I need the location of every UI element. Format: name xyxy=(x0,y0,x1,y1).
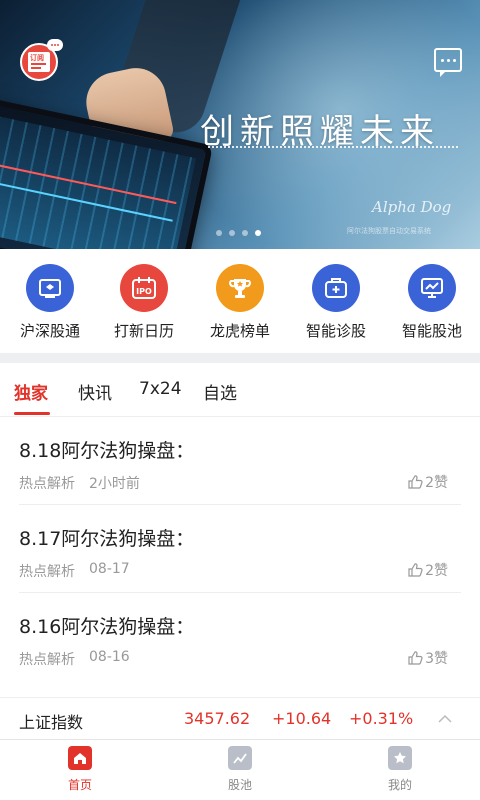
carousel-dot[interactable] xyxy=(216,230,222,236)
section-divider xyxy=(0,353,480,363)
quick-item-dragon-tiger[interactable]: 龙虎榜单 xyxy=(192,264,288,341)
news-title: 8.18阿尔法狗操盘： xyxy=(19,440,195,462)
like-count: 2赞 xyxy=(425,475,448,491)
banner-carousel[interactable]: 创新照耀未来 Alpha Dog 阿尔法狗股票自动交易系统 xyxy=(0,0,480,249)
subscribe-badge-text: 订阅 xyxy=(30,54,44,62)
quick-item-smart-pool[interactable]: 智能股池 xyxy=(384,264,480,341)
nav-label: 首页 xyxy=(67,778,92,792)
nav-pool[interactable]: 股池 xyxy=(200,746,280,793)
bottom-nav: 首页 股池 我的 xyxy=(0,739,480,800)
banner-brand: Alpha Dog xyxy=(372,198,452,216)
like-button[interactable]: 2赞 xyxy=(407,472,448,492)
index-change: +10.64 xyxy=(272,709,332,728)
quick-item-smart-diagnosis[interactable]: 智能诊股 xyxy=(288,264,384,341)
index-ticker[interactable]: 上证指数 3457.62 +10.64 +0.31% xyxy=(0,697,480,739)
quick-menu: 沪深股通 IPO 打新日历 龙虎榜单 智能诊股 智能股池 xyxy=(0,249,480,353)
thumbs-up-icon xyxy=(408,475,423,489)
ipo-calendar-icon: IPO xyxy=(120,264,168,312)
news-title: 8.17阿尔法狗操盘： xyxy=(19,528,195,550)
carousel-indicator[interactable] xyxy=(216,230,261,236)
news-time: 08-17 xyxy=(89,561,130,577)
index-price: 3457.62 xyxy=(184,709,251,728)
quick-item-hk-connect[interactable]: 沪深股通 xyxy=(2,264,98,341)
nav-profile[interactable]: 我的 xyxy=(360,746,440,793)
tab-active-underline xyxy=(14,412,50,415)
banner-brand-subtitle: 阿尔法狗股票自动交易系统 xyxy=(347,227,431,235)
trophy-icon xyxy=(216,264,264,312)
quick-item-label: 智能股池 xyxy=(401,322,462,340)
tab-flash[interactable]: 快讯 xyxy=(78,379,112,404)
index-name: 上证指数 xyxy=(19,713,84,732)
news-item[interactable]: 8.18阿尔法狗操盘： 热点解析 2小时前 2赞 xyxy=(0,418,480,505)
thumbs-up-icon xyxy=(408,563,423,577)
carousel-dot[interactable] xyxy=(229,230,235,236)
news-tabs: 独家 快讯 7x24 自选 xyxy=(0,363,480,417)
news-item[interactable]: 8.16阿尔法狗操盘： 热点解析 08-16 3赞 xyxy=(0,594,480,681)
nav-label: 股池 xyxy=(227,778,252,792)
news-category: 热点解析 xyxy=(19,476,75,492)
news-category: 热点解析 xyxy=(19,564,75,580)
like-button[interactable]: 2赞 xyxy=(407,560,448,580)
chart-pool-icon xyxy=(228,746,252,770)
news-category: 热点解析 xyxy=(19,652,75,668)
message-icon[interactable] xyxy=(434,48,462,77)
quick-item-label: 智能诊股 xyxy=(305,322,366,340)
monitor-chart-icon xyxy=(408,264,456,312)
carousel-dot-active[interactable] xyxy=(255,230,261,236)
hk-connect-icon xyxy=(26,264,74,312)
home-icon xyxy=(68,746,92,770)
like-count: 2赞 xyxy=(425,563,448,579)
carousel-dot[interactable] xyxy=(242,230,248,236)
index-percent: +0.31% xyxy=(349,709,414,728)
news-time: 2小时前 xyxy=(89,476,140,492)
nav-home[interactable]: 首页 xyxy=(40,746,120,793)
banner-dotted-line xyxy=(208,146,458,148)
news-title: 8.16阿尔法狗操盘： xyxy=(19,616,195,638)
nav-label: 我的 xyxy=(387,778,412,792)
svg-text:IPO: IPO xyxy=(136,287,152,296)
like-button[interactable]: 3赞 xyxy=(407,648,448,668)
subscribe-icon[interactable]: 订阅 xyxy=(20,39,63,81)
quick-item-label: 打新日历 xyxy=(113,322,174,340)
quick-item-label: 龙虎榜单 xyxy=(209,322,270,340)
profile-star-icon xyxy=(388,746,412,770)
tab-7x24[interactable]: 7x24 xyxy=(139,379,182,399)
tab-watchlist[interactable]: 自选 xyxy=(203,379,237,404)
quick-item-ipo-calendar[interactable]: IPO 打新日历 xyxy=(96,264,192,341)
tab-exclusive[interactable]: 独家 xyxy=(14,379,48,404)
news-time: 08-16 xyxy=(89,649,130,665)
quick-item-label: 沪深股通 xyxy=(19,322,80,340)
like-count: 3赞 xyxy=(425,651,448,667)
thumbs-up-icon xyxy=(408,651,423,665)
chevron-up-icon[interactable] xyxy=(438,712,452,726)
medical-kit-icon xyxy=(312,264,360,312)
news-item[interactable]: 8.17阿尔法狗操盘： 热点解析 08-17 2赞 xyxy=(0,506,480,593)
